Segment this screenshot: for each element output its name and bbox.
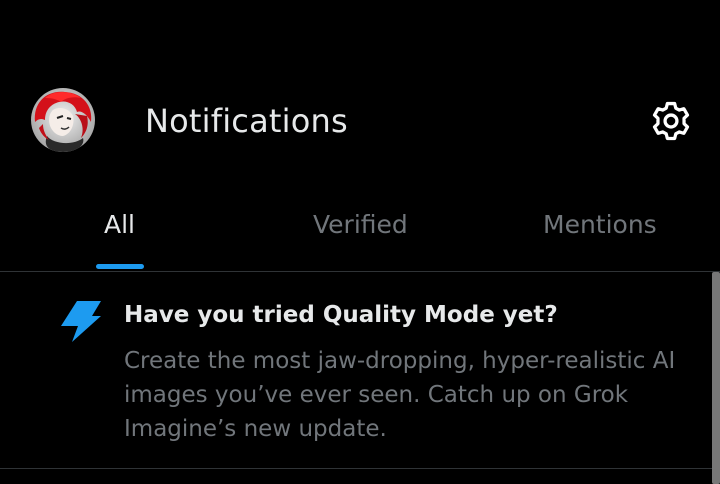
page-title: Notifications (145, 102, 348, 140)
notification-feed: Have you tried Quality Mode yet? Create … (0, 272, 720, 484)
notification-tabs: All Verified Mentions (0, 180, 720, 271)
tab-verified[interactable]: Verified (240, 180, 480, 271)
notification-body: Create the most jaw-dropping, hyper-real… (124, 348, 676, 442)
top-app-bar: Notifications (0, 0, 720, 180)
scrollbar[interactable] (712, 272, 720, 484)
settings-button[interactable] (648, 98, 694, 144)
tab-verified-label: Verified (313, 210, 408, 239)
notification-title: Have you tried Quality Mode yet? (124, 302, 558, 328)
tab-all-label: All (104, 210, 135, 239)
tab-all[interactable]: All (0, 180, 240, 271)
notification-item[interactable]: Have you tried Quality Mode yet? Create … (0, 272, 712, 469)
row-divider (0, 468, 712, 469)
profile-avatar[interactable] (31, 88, 95, 152)
gear-icon (652, 101, 690, 141)
tab-mentions[interactable]: Mentions (480, 180, 720, 271)
lightning-bolt-icon (61, 301, 101, 342)
tab-mentions-label: Mentions (543, 210, 657, 239)
active-tab-indicator (96, 264, 144, 269)
